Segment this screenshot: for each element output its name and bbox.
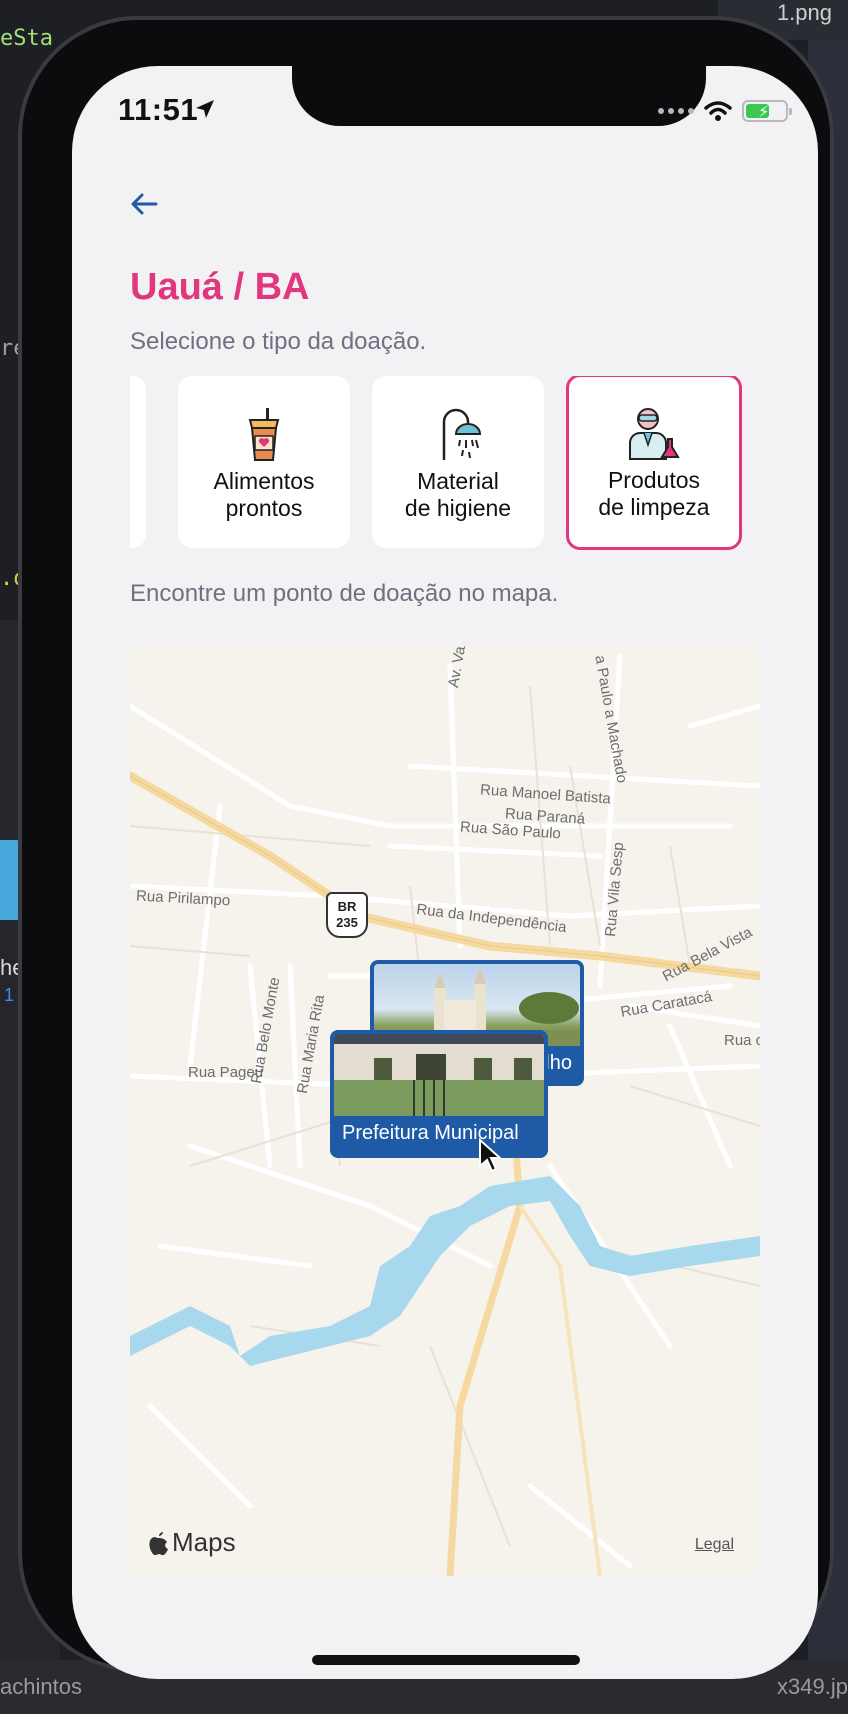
status-indicators: ⚡ xyxy=(658,100,792,122)
arrow-left-icon[interactable] xyxy=(124,184,164,224)
wifi-icon xyxy=(704,101,732,121)
prefeitura-image xyxy=(334,1034,544,1116)
donation-type-card[interactable] xyxy=(130,376,146,548)
background-label: 1 xyxy=(4,985,15,1005)
street-label: Rua Pageu xyxy=(188,1064,264,1081)
donation-type-card-limpeza-selected[interactable]: Produtos de limpeza xyxy=(566,376,742,550)
app-screen: 11:51 ⚡ Uauá / BA Selecione o tipo da do… xyxy=(72,66,818,1679)
apple-icon xyxy=(149,1531,168,1555)
background-label: achintos xyxy=(0,1674,82,1699)
donation-type-card-alimentos[interactable]: Alimentos prontos xyxy=(178,376,350,548)
donation-map[interactable]: Av. Vaza Barris a Paulo a Machado Rua Ma… xyxy=(130,646,760,1576)
shield-line: BR xyxy=(337,899,357,914)
phone-frame: 11:51 ⚡ Uauá / BA Selecione o tipo da do… xyxy=(18,16,834,1679)
home-indicator[interactable] xyxy=(312,1655,580,1665)
maps-logo-text: Maps xyxy=(172,1527,236,1557)
apple-maps-logo: Maps xyxy=(148,1527,236,1558)
coffee-cup-icon xyxy=(248,408,280,461)
page-subtitle: Selecione o tipo da doação. xyxy=(130,328,427,355)
card-label: Produtos de limpeza xyxy=(598,467,710,520)
page-title: Uauá / BA xyxy=(130,266,310,308)
scientist-icon xyxy=(629,408,680,460)
highway-shield: BR 235 xyxy=(326,892,368,938)
map-pin-prefeitura[interactable]: Prefeitura Municipal xyxy=(330,1030,548,1158)
pin-label: Prefeitura Municipal xyxy=(342,1122,519,1144)
prefeitura-photo xyxy=(334,1034,544,1116)
status-time: 11:51 xyxy=(118,92,199,127)
shower-icon xyxy=(442,408,482,460)
background-code-fragment: eSta xyxy=(0,26,53,51)
notch xyxy=(292,66,706,126)
shield-line: 235 xyxy=(336,915,358,930)
legal-link[interactable]: Legal xyxy=(695,1536,734,1554)
mouse-pointer-icon xyxy=(479,1138,503,1173)
signal-icon xyxy=(658,108,694,114)
battery-charging-icon: ⚡ xyxy=(742,100,792,122)
street-label: Rua c xyxy=(724,1032,760,1049)
location-arrow-icon xyxy=(196,100,214,118)
card-label: Alimentos prontos xyxy=(213,468,315,521)
background-label: x349.jp xyxy=(777,1674,848,1699)
donation-type-card-higiene[interactable]: Material de higiene xyxy=(372,376,544,548)
card-label: Material de higiene xyxy=(404,468,512,521)
map-hint: Encontre um ponto de doação no mapa. xyxy=(130,580,559,607)
donation-type-carousel[interactable]: Alimentos prontos Material de higiene Pr… xyxy=(130,376,818,552)
